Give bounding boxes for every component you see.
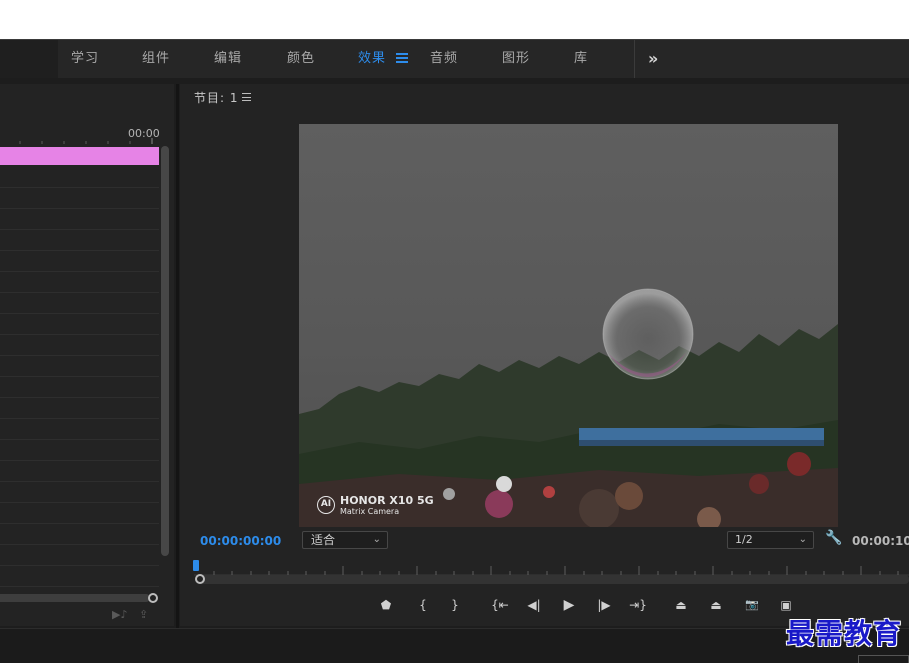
go-to-out-icon: ⇥} <box>629 598 647 612</box>
camera-brand: HONOR X10 5G <box>340 494 434 507</box>
track-row[interactable] <box>0 209 159 230</box>
monitor-title[interactable]: 节目: 1 <box>194 89 239 106</box>
mark-in-icon: { <box>419 598 427 612</box>
timeline-panel: 00:00 ▶♪ ⇪ <box>0 84 174 626</box>
workspace-tab-editing[interactable]: 编辑 <box>214 40 242 78</box>
track-row[interactable] <box>0 545 159 566</box>
track-row[interactable] <box>0 503 159 524</box>
browser-top-area <box>0 0 909 39</box>
extract-icon: ⏏ <box>710 598 722 612</box>
extract-button[interactable]: ⏏ <box>705 594 727 616</box>
audio-meter-icon[interactable]: ▶♪ <box>112 608 127 621</box>
export-frame-button[interactable]: 📷 <box>741 594 763 616</box>
go-to-out-button[interactable]: ⇥} <box>627 594 649 616</box>
panel-divider[interactable] <box>176 84 179 628</box>
timeline-footer-icons: ▶♪ ⇪ <box>112 608 148 621</box>
camera-icon: 📷 <box>745 598 759 611</box>
track-row[interactable] <box>0 335 159 356</box>
track-row[interactable] <box>0 167 159 188</box>
chevron-down-icon: ⌄ <box>372 534 381 545</box>
workspace-tab-learn[interactable]: 学习 <box>71 40 99 78</box>
chevron-down-icon: ⌄ <box>798 534 807 545</box>
step-back-icon: ◀| <box>527 598 541 612</box>
workspace-more-icon[interactable]: » <box>648 40 658 78</box>
step-forward-button[interactable]: |▶ <box>593 594 615 616</box>
mark-out-icon: } <box>451 598 459 612</box>
workspace-divider <box>634 40 635 78</box>
monitor-time-ruler[interactable] <box>194 562 909 576</box>
camera-sub: Matrix Camera <box>340 507 400 516</box>
go-to-in-button[interactable]: {⇤ <box>489 594 511 616</box>
current-timecode[interactable]: 00:00:00:00 <box>200 534 281 548</box>
step-back-button[interactable]: ◀| <box>523 594 545 616</box>
lift-button[interactable]: ⏏ <box>670 594 692 616</box>
timeline-tracks <box>0 167 159 587</box>
track-row[interactable] <box>0 419 159 440</box>
track-row[interactable] <box>0 461 159 482</box>
playhead[interactable] <box>193 560 199 571</box>
play-button[interactable]: ▶ <box>558 594 580 616</box>
quality-dropdown[interactable]: 1/2 ⌄ <box>727 531 814 549</box>
track-row[interactable] <box>0 314 159 335</box>
timeline-clip[interactable] <box>0 147 159 165</box>
camera-logo: AI <box>317 496 335 514</box>
track-row[interactable] <box>0 251 159 272</box>
workspace-bar: 学习 组件 编辑 颜色 效果 音频 图形 库 » <box>0 39 909 78</box>
track-row[interactable] <box>0 293 159 314</box>
settings-wrench-icon[interactable]: 🔧 <box>825 530 842 546</box>
workspace-tab-effects[interactable]: 效果 <box>358 40 386 78</box>
timeline-horizontal-scrollbar[interactable] <box>0 594 150 602</box>
step-forward-icon: |▶ <box>597 598 611 612</box>
duration-timecode: 00:00:10 <box>852 534 909 548</box>
track-row[interactable] <box>0 524 159 545</box>
zoom-scrollbar[interactable] <box>196 575 909 584</box>
marker-icon: ⬟ <box>380 598 392 612</box>
workspace-tab-color[interactable]: 颜色 <box>287 40 315 78</box>
export-icon[interactable]: ⇪ <box>139 608 148 621</box>
timeline-zoom-handle[interactable] <box>148 593 158 603</box>
workspace-tab-assembly[interactable]: 组件 <box>142 40 170 78</box>
track-row[interactable] <box>0 272 159 293</box>
timeline-ruler[interactable] <box>0 138 160 144</box>
mark-in-button[interactable]: { <box>412 594 434 616</box>
track-row[interactable] <box>0 440 159 461</box>
video-frame[interactable]: AI HONOR X10 5G Matrix Camera <box>299 124 838 527</box>
overlay-watermark: 最需教育 <box>786 617 903 650</box>
bottom-panel-box <box>858 655 909 663</box>
bottom-panel-bar <box>0 628 909 663</box>
track-row[interactable] <box>0 356 159 377</box>
workspace-menu-icon[interactable] <box>396 53 408 65</box>
track-row[interactable] <box>0 377 159 398</box>
lift-icon: ⏏ <box>675 598 687 612</box>
program-monitor: 节目: 1 AI HONOR X10 5G Matrix Camera 00:0… <box>180 84 909 626</box>
mark-out-button[interactable]: } <box>444 594 466 616</box>
track-row[interactable] <box>0 566 159 587</box>
quality-dropdown-value: 1/2 <box>735 533 753 546</box>
add-marker-button[interactable]: ⬟ <box>375 594 397 616</box>
workspace-tab-libraries[interactable]: 库 <box>574 40 588 78</box>
workspace-tab-graphics[interactable]: 图形 <box>502 40 530 78</box>
track-row[interactable] <box>0 188 159 209</box>
comparison-icon: ▣ <box>780 598 792 612</box>
track-row[interactable] <box>0 398 159 419</box>
fit-dropdown-value: 适合 <box>311 533 336 547</box>
track-row[interactable] <box>0 230 159 251</box>
go-to-in-icon: {⇤ <box>491 598 509 612</box>
workspace-tab-audio[interactable]: 音频 <box>430 40 458 78</box>
zoom-scrollbar-handle[interactable] <box>195 574 205 584</box>
fit-dropdown[interactable]: 适合 ⌄ <box>302 531 388 549</box>
workspace-home-area <box>0 40 58 78</box>
timeline-vertical-scrollbar[interactable] <box>161 146 169 556</box>
monitor-menu-icon[interactable] <box>242 93 251 102</box>
track-row[interactable] <box>0 482 159 503</box>
play-icon: ▶ <box>563 597 575 613</box>
video-scene <box>299 288 838 527</box>
